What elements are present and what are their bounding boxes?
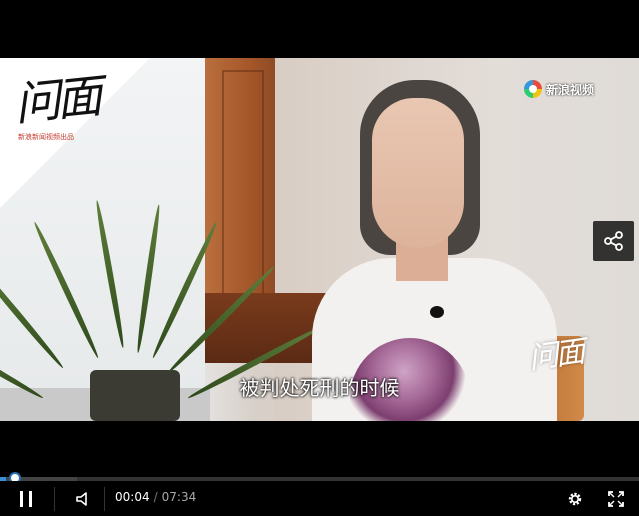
- letterbox-bottom: [0, 421, 639, 477]
- duration: 07:34: [161, 490, 197, 504]
- program-logo: 问面: [11, 68, 101, 132]
- time-display: 00:04/07:34: [115, 490, 196, 504]
- subtitle: 被判处死刑的时候: [239, 376, 400, 400]
- time-separator: /: [153, 490, 158, 504]
- pause-icon: [20, 490, 32, 507]
- current-time: 00:04: [115, 490, 150, 504]
- person-face: [372, 98, 464, 248]
- share-icon: [603, 231, 623, 251]
- settings-button[interactable]: [562, 481, 588, 516]
- fullscreen-button[interactable]: [603, 481, 629, 516]
- lapel-mic: [430, 306, 444, 318]
- volume-button[interactable]: [68, 481, 98, 516]
- program-watermark: 问面: [526, 334, 585, 377]
- control-separator: [104, 487, 105, 511]
- settings-gear-icon: [568, 492, 582, 505]
- control-separator: [54, 487, 55, 511]
- letterbox-top: [0, 0, 639, 58]
- brand-name: 新浪视频: [546, 82, 595, 97]
- share-button[interactable]: [593, 221, 634, 261]
- program-logo-subtitle: 新浪新闻视频出品: [18, 133, 74, 141]
- volume-icon: [76, 491, 87, 506]
- brand-badge: 新浪视频: [524, 80, 594, 98]
- fullscreen-icon: [608, 490, 624, 507]
- control-bar: 00:04/07:34: [0, 481, 639, 516]
- pause-button[interactable]: [10, 481, 42, 516]
- brand-logo-icon: [524, 80, 542, 98]
